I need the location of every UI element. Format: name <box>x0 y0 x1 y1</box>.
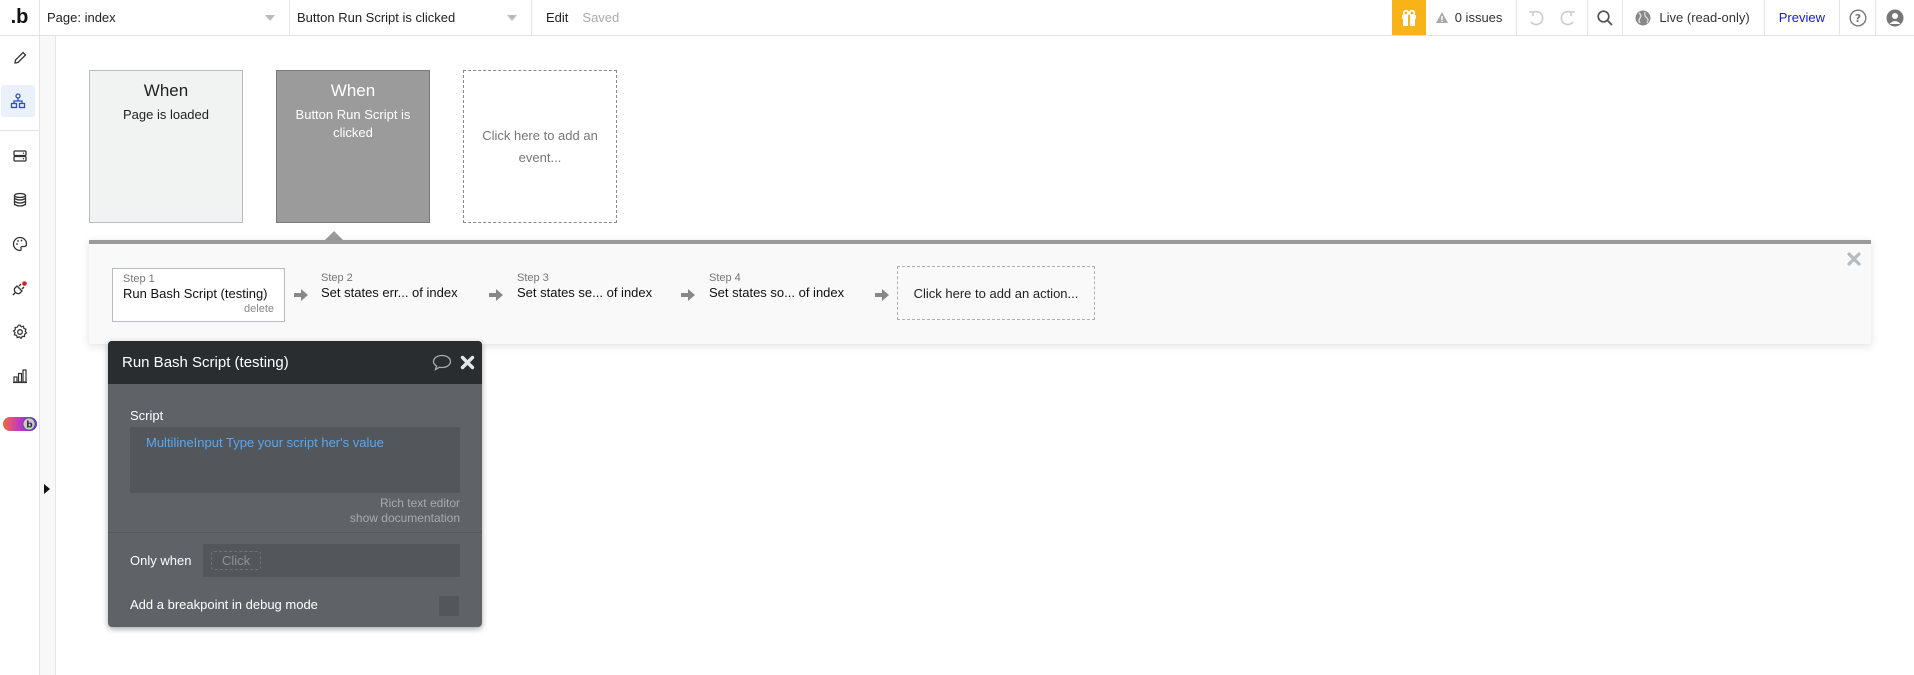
event-description: Page is loaded <box>122 107 209 122</box>
add-action-button[interactable]: Click here to add an action... <box>897 266 1095 320</box>
page-dropdown-label: Page: index <box>47 10 116 25</box>
sidebar-item-logs[interactable] <box>0 360 40 392</box>
gift-icon <box>1401 9 1416 26</box>
sidebar-item-data[interactable] <box>0 140 40 172</box>
sidebar-item-ai-toggle[interactable]: b <box>0 408 40 440</box>
workflow-actions-panel: Step 1 Run Bash Script (testing) delete … <box>89 240 1871 344</box>
event-card-button-run-script-clicked[interactable]: When Button Run Script is clicked <box>276 70 430 223</box>
database-icon <box>13 192 27 207</box>
svg-text:b: b <box>26 421 33 431</box>
preview-button[interactable]: Preview <box>1765 0 1840 35</box>
globe-icon <box>1635 10 1651 25</box>
rich-text-editor-link[interactable]: Rich text editor <box>380 496 460 510</box>
step-title: Set states err... of index <box>321 285 458 300</box>
selected-event-pointer <box>325 231 343 240</box>
delete-step-link[interactable]: delete <box>123 303 274 315</box>
left-sidebar: b <box>0 36 40 675</box>
account-button[interactable] <box>1876 0 1914 35</box>
warning-icon <box>1435 12 1448 23</box>
pencil-icon <box>14 51 27 64</box>
event-card-page-loaded[interactable]: When Page is loaded <box>89 70 243 223</box>
action-property-editor: Run Bash Script (testing) Script Multili… <box>108 341 482 627</box>
add-event-button[interactable]: Click here to add an event... <box>463 70 617 223</box>
collapse-strip <box>40 36 56 675</box>
chart-icon <box>13 369 27 384</box>
workflow-icon <box>10 93 26 109</box>
popup-divider <box>108 532 482 533</box>
sidebar-item-database[interactable] <box>0 184 40 216</box>
step-number: Step 3 <box>517 272 549 284</box>
event-dropdown[interactable]: Button Run Script is clicked <box>290 0 532 35</box>
event-dropdown-label: Button Run Script is clicked <box>297 10 456 25</box>
bubble-logo[interactable]: .b <box>0 0 40 35</box>
comment-button[interactable] <box>432 354 452 371</box>
popup-header: Run Bash Script (testing) <box>108 341 482 384</box>
arrow-right-icon <box>489 289 503 301</box>
undo-redo-group <box>1517 0 1589 35</box>
live-label: Live (read-only) <box>1659 10 1750 25</box>
close-icon <box>1847 252 1861 266</box>
live-version-selector[interactable]: Live (read-only) <box>1623 0 1765 35</box>
gear-icon <box>12 324 28 340</box>
search-button[interactable] <box>1588 0 1624 35</box>
chevron-down-icon <box>265 14 275 21</box>
step-2[interactable]: Step 2 Set states err... of index <box>311 268 491 322</box>
step-1[interactable]: Step 1 Run Bash Script (testing) delete <box>112 268 285 322</box>
sidebar-divider <box>0 130 40 131</box>
edit-menu[interactable]: Edit <box>546 10 568 25</box>
close-icon <box>460 355 475 370</box>
arrow-right-icon <box>875 289 889 301</box>
toggle-icon: b <box>3 417 37 431</box>
sidebar-item-workflow[interactable] <box>1 85 35 117</box>
step-number: Step 2 <box>321 272 353 284</box>
step-number: Step 1 <box>123 273 155 285</box>
event-when-label: When <box>330 81 376 100</box>
script-label: Script <box>130 408 164 423</box>
top-bar: .b Page: index Button Run Script is clic… <box>0 0 1914 36</box>
popup-title: Run Bash Script (testing) <box>122 354 289 371</box>
chevron-down-icon <box>507 14 517 21</box>
arrow-right-icon <box>681 289 695 301</box>
only-when-condition-input[interactable]: Click <box>203 544 460 577</box>
plugin-icon <box>12 281 27 296</box>
step-4[interactable]: Step 4 Set states so... of index <box>699 268 879 322</box>
only-when-label: Only when <box>130 553 192 568</box>
step-number: Step 4 <box>709 272 741 284</box>
sidebar-item-plugins[interactable] <box>0 272 40 304</box>
close-panel-button[interactable] <box>1847 252 1861 271</box>
sidebar-item-design[interactable] <box>0 42 40 74</box>
breakpoint-label: Add a breakpoint in debug mode <box>130 597 318 612</box>
sidebar-item-styles[interactable] <box>0 228 40 260</box>
search-icon <box>1597 9 1614 26</box>
issues-count: 0 issues <box>1454 10 1503 25</box>
saved-status: Saved <box>582 10 620 25</box>
close-popup-button[interactable] <box>460 355 475 370</box>
only-when-placeholder: Click <box>211 551 262 570</box>
arrow-right-icon <box>294 289 308 301</box>
svg-text:?: ? <box>1854 12 1860 25</box>
help-icon: ? <box>1848 8 1867 27</box>
help-button[interactable]: ? <box>1840 0 1876 35</box>
comment-icon <box>432 354 452 371</box>
sidebar-item-settings[interactable] <box>0 316 40 348</box>
step-3[interactable]: Step 3 Set states se... of index <box>507 268 687 322</box>
redo-icon[interactable] <box>1559 9 1577 27</box>
step-title: Set states so... of index <box>709 285 845 300</box>
issues-button[interactable]: 0 issues <box>1426 0 1518 35</box>
expand-panel-arrow-icon[interactable] <box>44 484 50 494</box>
palette-icon <box>12 236 28 252</box>
gift-button[interactable] <box>1391 0 1426 35</box>
undo-icon[interactable] <box>1527 9 1545 27</box>
event-description: Button Run Script is clicked <box>295 107 411 140</box>
page-dropdown[interactable]: Page: index <box>40 0 290 35</box>
user-avatar-icon <box>1886 9 1904 26</box>
step-title: Set states se... of index <box>517 285 653 300</box>
event-when-label: When <box>143 81 189 100</box>
script-input[interactable]: MultilineInput Type your script her's va… <box>130 427 460 493</box>
step-title: Run Bash Script (testing) <box>123 286 268 301</box>
show-documentation-link[interactable]: show documentation <box>350 511 460 525</box>
breakpoint-checkbox[interactable] <box>439 596 459 616</box>
data-icon <box>13 150 27 162</box>
edit-group: Edit Saved <box>532 0 633 35</box>
